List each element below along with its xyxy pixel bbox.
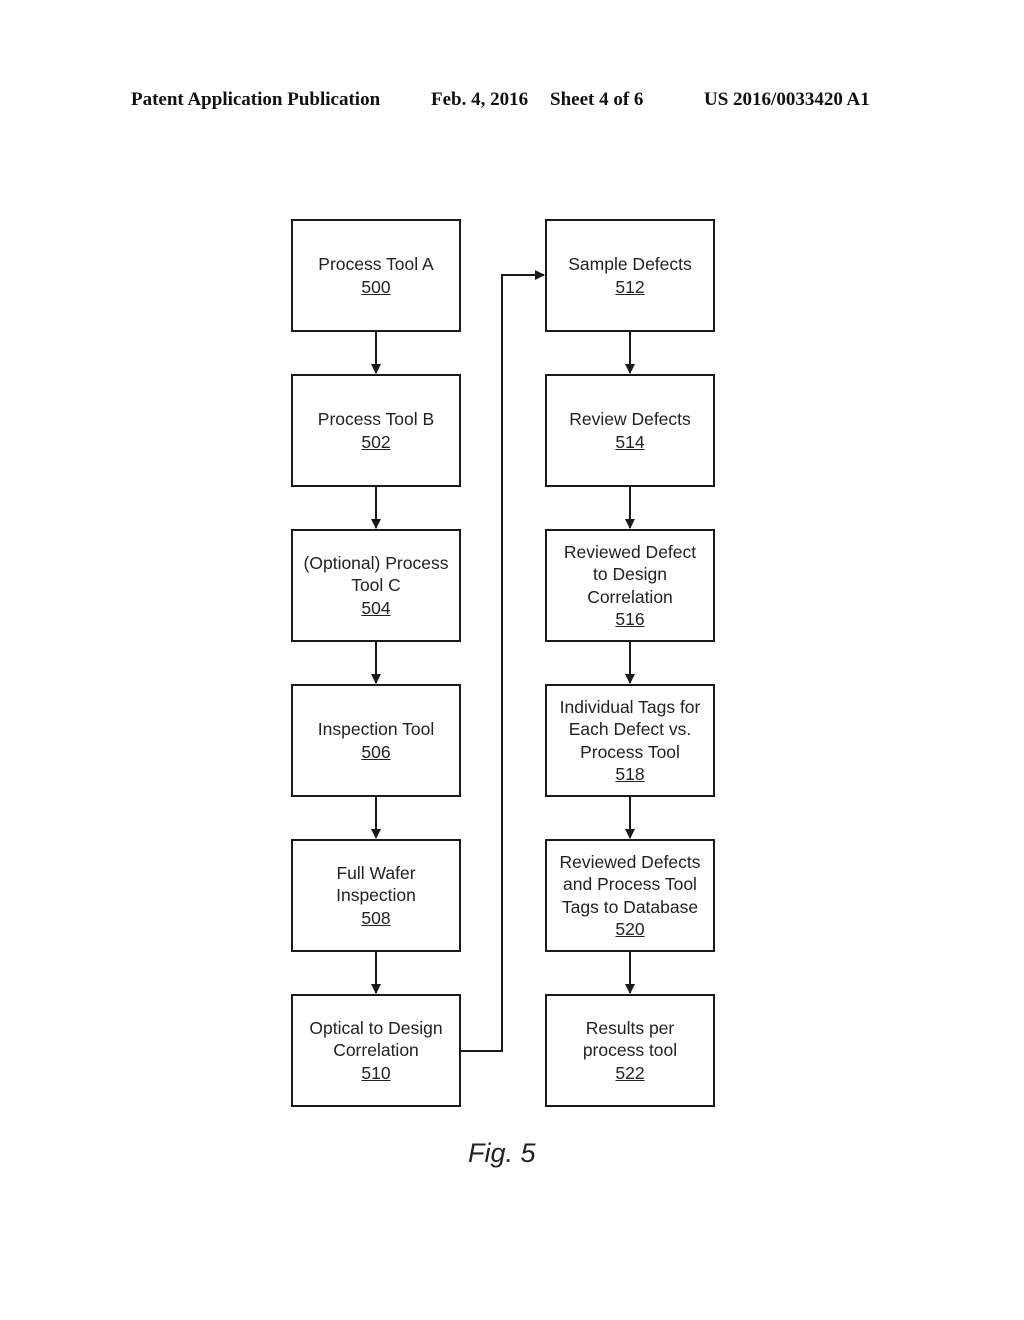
step-label: Reviewed Defect to Design Correlation xyxy=(563,541,697,607)
step-box-518: Individual Tags for Each Defect vs. Proc… xyxy=(545,684,715,797)
step-label: Sample Defects xyxy=(568,254,692,274)
step-box-516: Reviewed Defect to Design Correlation 51… xyxy=(545,529,715,642)
step-ref: 520 xyxy=(615,919,645,939)
step-ref: 504 xyxy=(361,597,391,618)
step-ref: 516 xyxy=(615,609,645,629)
step-box-506: Inspection Tool 506 xyxy=(291,684,461,797)
step-label: Inspection Tool xyxy=(317,719,435,739)
step-box-504: (Optional) Process Tool C 504 xyxy=(291,529,461,642)
step-label: Full Wafer Inspection xyxy=(336,862,416,906)
step-label: Individual Tags for Each Defect vs. Proc… xyxy=(559,696,701,762)
step-label: Process Tool B xyxy=(317,409,435,429)
step-ref: 518 xyxy=(615,764,645,784)
step-label: Process Tool A xyxy=(318,254,434,274)
step-box-522: Results per process tool 522 xyxy=(545,994,715,1107)
step-label: (Optional) Process Tool C xyxy=(303,552,449,596)
arrow-510-512 xyxy=(461,270,545,1052)
step-box-510: Optical to Design Correlation 510 xyxy=(291,994,461,1107)
step-ref: 510 xyxy=(361,1062,391,1083)
step-box-508: Full Wafer Inspection 508 xyxy=(291,839,461,952)
step-box-502: Process Tool B 502 xyxy=(291,374,461,487)
step-box-512: Sample Defects 512 xyxy=(545,219,715,332)
step-box-514: Review Defects 514 xyxy=(545,374,715,487)
step-label: Optical to Design Correlation xyxy=(309,1017,443,1061)
figure-caption: Fig. 5 xyxy=(468,1138,536,1168)
step-ref: 512 xyxy=(615,276,645,297)
step-ref: 522 xyxy=(615,1062,645,1083)
step-box-500: Process Tool A 500 xyxy=(291,219,461,332)
step-ref: 502 xyxy=(361,431,391,452)
step-label: Results per process tool xyxy=(582,1017,678,1061)
step-ref: 506 xyxy=(361,741,391,762)
step-label: Review Defects xyxy=(569,409,691,429)
step-ref: 508 xyxy=(361,907,391,928)
step-ref: 514 xyxy=(615,431,645,452)
step-label: Reviewed Defects and Process Tool Tags t… xyxy=(559,851,701,917)
step-ref: 500 xyxy=(361,276,391,297)
connectors xyxy=(371,270,635,1052)
step-box-520: Reviewed Defects and Process Tool Tags t… xyxy=(545,839,715,952)
